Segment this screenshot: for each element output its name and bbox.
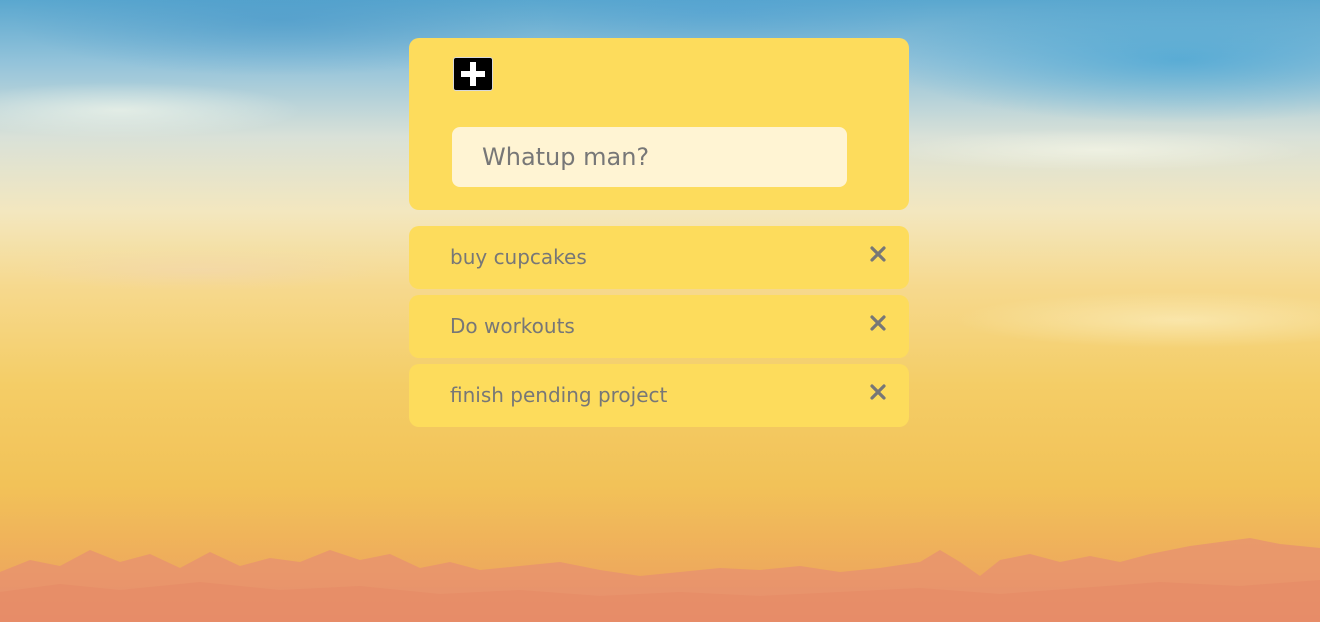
todo-item: buy cupcakes [409, 226, 909, 289]
delete-todo-button[interactable] [868, 315, 888, 335]
close-icon [870, 384, 886, 404]
todo-input[interactable] [452, 127, 847, 187]
todo-item-text: Do workouts [450, 314, 575, 338]
plus-icon [459, 60, 487, 88]
add-todo-button[interactable] [453, 57, 493, 91]
todo-item-text: buy cupcakes [450, 245, 587, 269]
todo-header-card [409, 38, 909, 210]
todo-item: finish pending project [409, 364, 909, 427]
todo-item: Do workouts [409, 295, 909, 358]
todo-list: buy cupcakes Do workouts finish pending … [409, 226, 909, 427]
delete-todo-button[interactable] [868, 384, 888, 404]
todo-app: buy cupcakes Do workouts finish pe [409, 38, 909, 433]
delete-todo-button[interactable] [868, 246, 888, 266]
todo-item-text: finish pending project [450, 383, 668, 407]
mountain-silhouette [0, 538, 1320, 622]
todo-input-wrapper [452, 127, 847, 187]
close-icon [870, 315, 886, 335]
close-icon [870, 246, 886, 266]
